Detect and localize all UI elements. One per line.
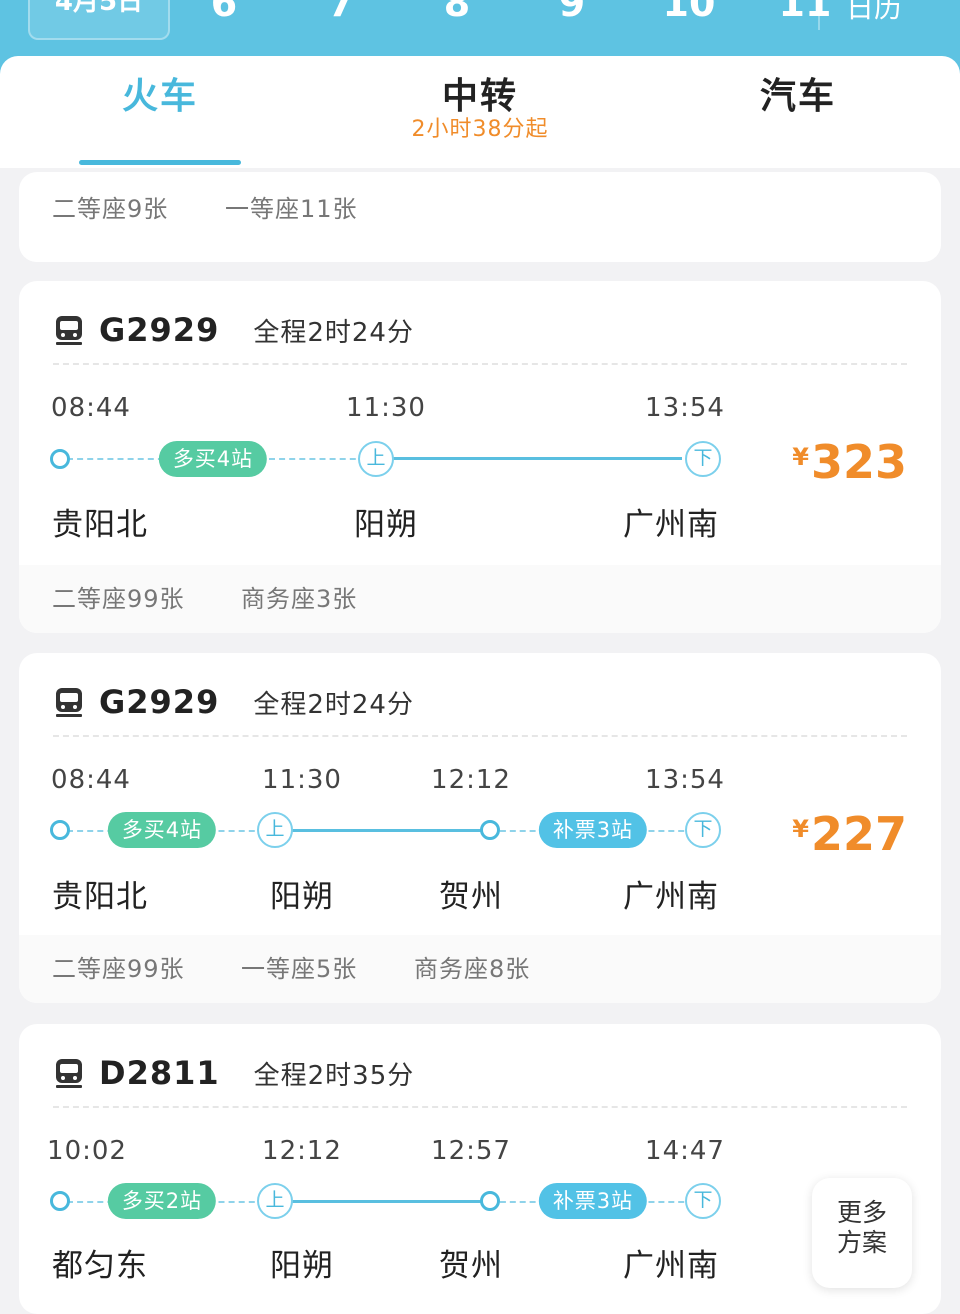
- train-card[interactable]: G2929 全程2时24分 08:44 11:30 13:54 多买4站 上 下…: [19, 281, 941, 633]
- stop-time: 12:12: [431, 765, 511, 795]
- arrive-time: 14:47: [645, 1136, 725, 1166]
- seat-bar: 二等座9张 一等座11张: [19, 190, 941, 262]
- train-icon: [56, 1059, 82, 1088]
- divider: [53, 363, 907, 365]
- train-number: D2811: [99, 1054, 220, 1092]
- board-station: 阳朔: [354, 507, 418, 543]
- depart-time: 08:44: [51, 393, 131, 423]
- board-station: 阳朔: [270, 1248, 334, 1284]
- origin-dot: [50, 449, 70, 469]
- alight-marker: 下: [685, 1183, 721, 1219]
- currency-symbol: ¥: [792, 443, 809, 471]
- tab-transfer[interactable]: 中转 2小时38分起: [380, 74, 580, 144]
- tab-transfer-sub: 2小时38分起: [411, 117, 549, 142]
- tab-train[interactable]: 火车: [80, 74, 240, 120]
- supplement-badge: 补票3站: [538, 1183, 648, 1219]
- depart-time: 10:02: [47, 1136, 127, 1166]
- seat-info: 一等座5张: [241, 955, 358, 983]
- board-station: 阳朔: [270, 879, 334, 915]
- more-plans-line2: 方案: [836, 1228, 887, 1257]
- tab-underline: [79, 160, 241, 165]
- board-marker: 上: [257, 1183, 293, 1219]
- end-ticket-dot: [480, 1191, 500, 1211]
- seat-info: 一等座11张: [225, 195, 358, 223]
- arrive-time: 13:54: [645, 393, 725, 423]
- ride-segment: [376, 457, 682, 460]
- train-number: G2929: [99, 311, 220, 349]
- stop-time: 12:57: [431, 1136, 511, 1166]
- train-card-partial[interactable]: 二等座9张 一等座11张: [19, 172, 941, 262]
- calendar-button[interactable]: 日历: [846, 0, 902, 28]
- seat-info: 二等座9张: [52, 195, 169, 223]
- arrive-station: 广州南: [623, 1248, 719, 1284]
- trip-duration: 全程2时24分: [253, 317, 414, 348]
- arrive-time: 13:54: [645, 765, 725, 795]
- divider: [53, 735, 907, 737]
- date-11[interactable]: 11: [765, 0, 845, 28]
- price-amount: 227: [810, 807, 907, 861]
- date-7[interactable]: 7: [301, 0, 381, 28]
- board-time: 11:30: [346, 393, 426, 423]
- more-plans-line1: 更多: [836, 1198, 887, 1227]
- card-header: G2929 全程2时24分: [53, 305, 414, 355]
- card-header: D2811 全程2时35分: [53, 1048, 414, 1098]
- board-time: 12:12: [262, 1136, 342, 1166]
- date-10[interactable]: 10: [649, 0, 729, 28]
- stop-station: 贺州: [439, 1248, 503, 1284]
- seat-info: 商务座8张: [414, 955, 531, 983]
- seat-info: 商务座3张: [241, 585, 358, 613]
- tab-train-label: 火车: [121, 76, 198, 117]
- train-number: G2929: [99, 683, 220, 721]
- origin-dot: [50, 820, 70, 840]
- extra-buy-badge: 多买2站: [107, 1183, 217, 1219]
- trip-duration: 全程2时35分: [253, 1060, 415, 1091]
- stop-station: 贺州: [439, 879, 503, 915]
- arrive-station: 广州南: [623, 879, 719, 915]
- tab-transfer-label: 中转: [441, 76, 518, 117]
- date-selected[interactable]: 4月5日: [28, 0, 170, 40]
- board-marker: 上: [358, 441, 394, 477]
- ticket-price: ¥227: [792, 807, 907, 861]
- date-6[interactable]: 6: [184, 0, 264, 28]
- origin-dot: [50, 1191, 70, 1211]
- date-8[interactable]: 8: [417, 0, 497, 28]
- card-header: G2929 全程2时24分: [53, 677, 414, 727]
- transport-tabs: 火车 中转 2小时38分起 汽车: [0, 56, 960, 168]
- extra-buy-badge: 多买4站: [107, 812, 217, 848]
- end-ticket-dot: [480, 820, 500, 840]
- board-marker: 上: [257, 812, 293, 848]
- more-plans-button[interactable]: 更多 方案: [812, 1178, 912, 1288]
- supplement-badge: 补票3站: [538, 812, 648, 848]
- extra-buy-badge: 多买4站: [158, 441, 268, 477]
- train-card[interactable]: D2811 全程2时35分 10:02 12:12 12:57 14:47 多买…: [19, 1024, 941, 1314]
- ride-segment: [275, 1200, 490, 1203]
- price-amount: 323: [810, 435, 907, 489]
- origin-station: 贵阳北: [52, 507, 148, 543]
- depart-time: 08:44: [51, 765, 131, 795]
- calendar-divider: [818, 0, 820, 30]
- origin-station: 都匀东: [52, 1248, 148, 1284]
- seat-bar: 二等座99张 一等座5张 商务座8张: [19, 935, 941, 1003]
- board-time: 11:30: [262, 765, 342, 795]
- ticket-price: ¥323: [792, 435, 907, 489]
- currency-symbol: ¥: [792, 815, 809, 843]
- seat-bar: 二等座99张 商务座3张: [19, 565, 941, 633]
- train-card[interactable]: G2929 全程2时24分 08:44 11:30 12:12 13:54 多买…: [19, 653, 941, 1003]
- trip-duration: 全程2时24分: [253, 689, 414, 720]
- seat-info: 二等座99张: [52, 585, 185, 613]
- divider: [53, 1106, 907, 1108]
- ride-segment: [275, 829, 490, 832]
- alight-marker: 下: [685, 812, 721, 848]
- origin-station: 贵阳北: [52, 879, 148, 915]
- date-9[interactable]: 9: [532, 0, 612, 28]
- train-icon: [56, 688, 82, 717]
- alight-marker: 下: [685, 441, 721, 477]
- arrive-station: 广州南: [623, 507, 719, 543]
- tab-bus[interactable]: 汽车: [718, 74, 878, 120]
- tab-bus-label: 汽车: [759, 76, 836, 117]
- train-icon: [56, 316, 82, 345]
- seat-info: 二等座99张: [52, 955, 185, 983]
